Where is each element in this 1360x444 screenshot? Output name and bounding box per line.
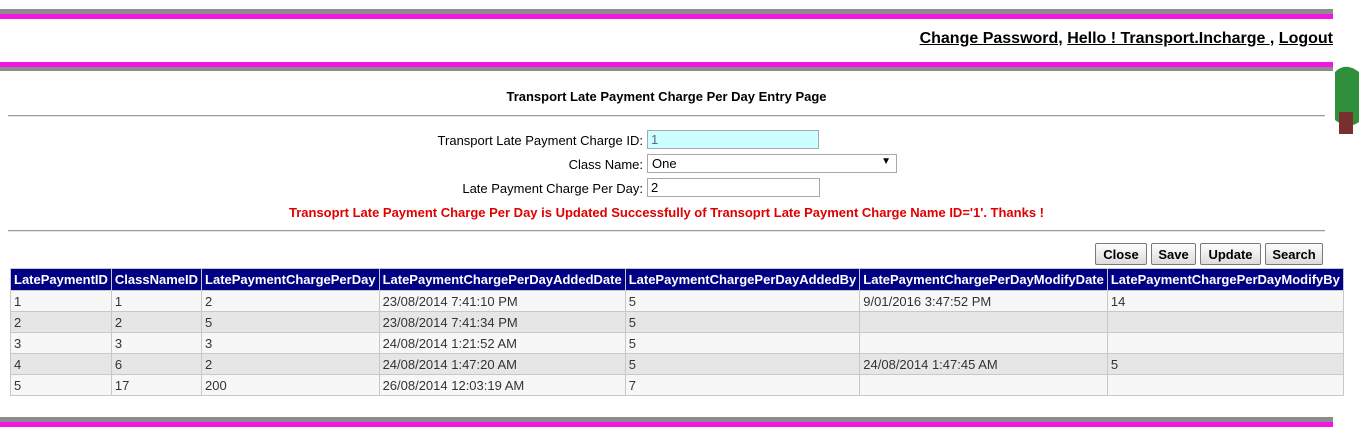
table-cell: 7 <box>624 374 861 396</box>
table-cell: 5 <box>624 290 861 312</box>
table-cell: 4 <box>10 353 112 375</box>
search-button[interactable]: Search <box>1265 243 1323 265</box>
divider-top <box>8 115 1325 117</box>
page-title: Transport Late Payment Charge Per Day En… <box>506 89 827 104</box>
table-cell: 6 <box>110 353 203 375</box>
table-cell: 5 <box>201 311 380 333</box>
col-header-charge-per-day[interactable]: LatePaymentChargePerDay <box>201 268 380 291</box>
table-cell: 2 <box>201 290 380 312</box>
bottom-pink-stripe <box>0 422 1333 427</box>
header-links: Change Password, Hello ! Transport.Incha… <box>920 30 1333 48</box>
charge-per-day-input[interactable] <box>647 178 820 197</box>
class-field-wrap: One ▼ <box>647 154 897 173</box>
dropdown-arrow-icon: ▼ <box>881 156 891 167</box>
table-cell: 24/08/2014 1:47:20 AM <box>378 353 626 375</box>
table-cell: 3 <box>201 332 380 354</box>
table-cell: 3 <box>10 332 112 354</box>
class-name-select[interactable]: One ▼ <box>647 154 897 173</box>
charge-per-day-label: Late Payment Charge Per Day: <box>462 181 643 196</box>
table-cell <box>859 311 1108 333</box>
hello-user-link[interactable]: Hello ! Transport.Incharge , <box>1067 30 1274 47</box>
table-cell: 2 <box>201 353 380 375</box>
table-cell: 200 <box>201 374 380 396</box>
table-cell: 2 <box>10 311 112 333</box>
side-decoration-image <box>1335 66 1359 134</box>
col-header-modify-by[interactable]: LatePaymentChargePerDayModifyBy <box>1106 268 1344 291</box>
charge-field-wrap <box>647 178 820 197</box>
id-label: Transport Late Payment Charge ID: <box>437 133 643 148</box>
table-header-row: LatePaymentID ClassNameID LatePaymentCha… <box>10 268 1344 291</box>
table-cell: 2 <box>110 311 203 333</box>
save-button[interactable]: Save <box>1151 243 1196 265</box>
table-row[interactable]: 5 17 200 26/08/2014 12:03:19 AM 7 <box>10 374 1344 396</box>
bottom-stripe-edge <box>1325 417 1333 422</box>
class-name-label: Class Name: <box>568 157 643 172</box>
table-cell: 5 <box>1106 353 1344 375</box>
col-header-added-by[interactable]: LatePaymentChargePerDayAddedBy <box>624 268 861 291</box>
entry-panel: Transport Late Payment Charge Per Day En… <box>0 76 1344 396</box>
logout-link[interactable]: Logout <box>1279 30 1333 47</box>
table-cell: 14 <box>1106 290 1344 312</box>
table-cell <box>1106 374 1344 396</box>
status-message: Transoprt Late Payment Charge Per Day is… <box>289 205 1044 220</box>
top-stripe-edge <box>1325 9 1333 14</box>
col-header-modify-date[interactable]: LatePaymentChargePerDayModifyDate <box>859 268 1108 291</box>
late-payment-table: LatePaymentID ClassNameID LatePaymentCha… <box>10 268 1344 396</box>
table-cell: 9/01/2016 3:47:52 PM <box>859 290 1108 312</box>
table-cell: 24/08/2014 1:21:52 AM <box>378 332 626 354</box>
update-button[interactable]: Update <box>1200 243 1261 265</box>
table-cell: 5 <box>10 374 112 396</box>
table-cell: 17 <box>110 374 203 396</box>
late-payment-charge-id-input[interactable] <box>647 130 819 149</box>
id-row: Transport Late Payment Charge ID: <box>0 130 1333 152</box>
close-button[interactable]: Close <box>1095 243 1147 265</box>
table-cell: 3 <box>110 332 203 354</box>
table-cell <box>859 332 1108 354</box>
top-pink-stripe <box>0 14 1333 19</box>
table-row[interactable]: 1 1 2 23/08/2014 7:41:10 PM 5 9/01/2016 … <box>10 290 1344 312</box>
class-name-selected: One <box>652 156 677 171</box>
change-password-link[interactable]: Change Password, <box>920 30 1063 47</box>
table-cell: 1 <box>110 290 203 312</box>
table-row[interactable]: 3 3 3 24/08/2014 1:21:52 AM 5 <box>10 332 1344 354</box>
table-cell <box>1106 311 1344 333</box>
col-header-class-name-id[interactable]: ClassNameID <box>110 268 203 291</box>
table-row[interactable]: 4 6 2 24/08/2014 1:47:20 AM 5 24/08/2014… <box>10 353 1344 375</box>
table-cell: 26/08/2014 12:03:19 AM <box>378 374 626 396</box>
table-cell: 1 <box>10 290 112 312</box>
table-cell: 24/08/2014 1:47:45 AM <box>859 353 1108 375</box>
table-cell: 5 <box>624 311 861 333</box>
col-header-added-date[interactable]: LatePaymentChargePerDayAddedDate <box>378 268 626 291</box>
header-gray-stripe <box>0 67 1333 71</box>
table-row[interactable]: 2 2 5 23/08/2014 7:41:34 PM 5 <box>10 311 1344 333</box>
table-cell: 5 <box>624 353 861 375</box>
divider-bottom <box>8 230 1325 232</box>
table-cell: 23/08/2014 7:41:34 PM <box>378 311 626 333</box>
charge-row: Late Payment Charge Per Day: <box>0 178 1333 200</box>
class-row: Class Name: One ▼ <box>0 154 1333 176</box>
table-cell: 23/08/2014 7:41:10 PM <box>378 290 626 312</box>
id-field-wrap <box>647 130 819 149</box>
col-header-late-payment-id[interactable]: LatePaymentID <box>10 268 112 291</box>
table-cell: 5 <box>624 332 861 354</box>
table-cell <box>859 374 1108 396</box>
table-cell <box>1106 332 1344 354</box>
